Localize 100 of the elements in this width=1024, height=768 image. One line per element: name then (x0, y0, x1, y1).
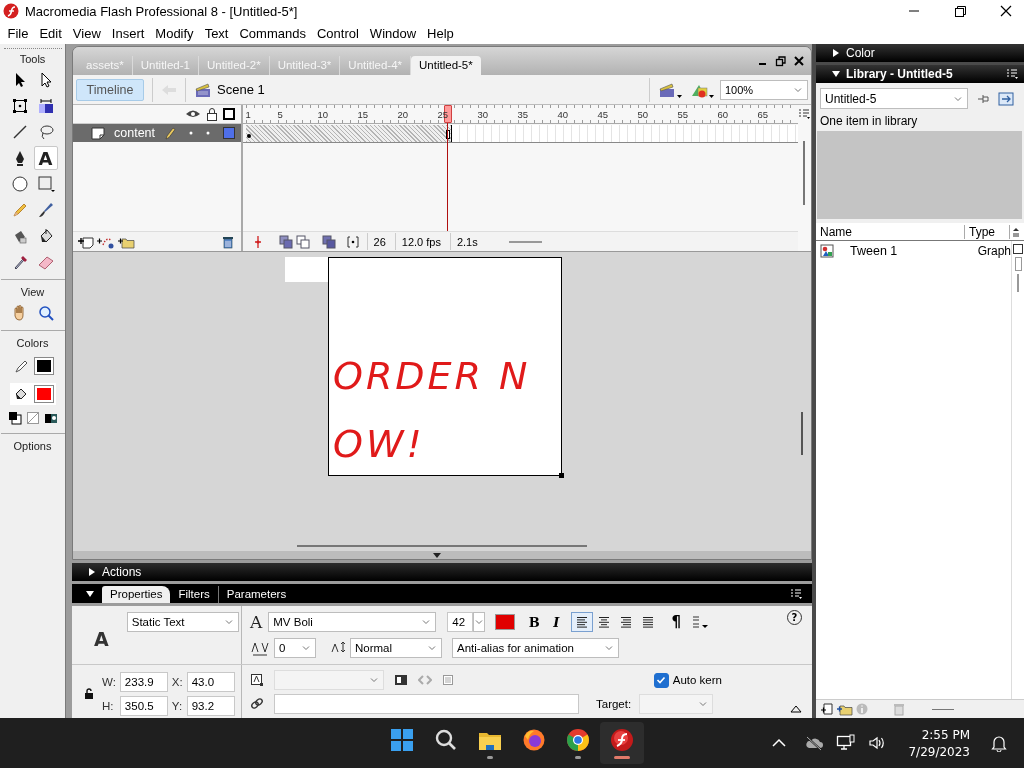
fill-color-swatch[interactable] (34, 386, 53, 402)
library-item[interactable]: Tween 1 Graph (816, 241, 1011, 261)
column-header[interactable]: Name (816, 224, 965, 239)
resize-handle[interactable] (559, 473, 564, 478)
scroll-thumb (1017, 274, 1019, 292)
selectable-icon[interactable] (394, 674, 408, 686)
field-label: Y: (171, 699, 183, 712)
menu-item[interactable]: Help (421, 25, 460, 41)
collapse-triangle-icon[interactable] (86, 590, 94, 598)
chevron-up-icon[interactable] (772, 738, 787, 748)
menu-item[interactable]: Control (311, 25, 365, 41)
scroll-up-icon[interactable] (1013, 244, 1023, 254)
antialias-dropdown[interactable]: Anti-alias for animation (452, 638, 619, 658)
text-color-swatch[interactable] (495, 614, 516, 630)
browser-icon (522, 727, 546, 752)
panel-tab[interactable]: Parameters (217, 586, 295, 603)
library-panel-header[interactable]: Library - Untitled-5 (816, 65, 1024, 83)
notification-icon[interactable] (990, 734, 1008, 752)
column-header[interactable]: Type (965, 224, 1010, 239)
width-field[interactable]: 233.9 (119, 671, 168, 692)
section-label: Tools (19, 53, 46, 65)
no-color-icon[interactable] (25, 411, 40, 425)
library-dropdown[interactable]: Untitled-5 (820, 88, 968, 109)
lock-icon[interactable] (84, 687, 94, 700)
default-colors-icon[interactable] (7, 411, 22, 425)
text-tool-button[interactable]: A (33, 146, 58, 170)
pencil-icon (10, 201, 29, 219)
add-layer-icon[interactable] (77, 234, 95, 249)
clock-time[interactable]: 2:55 PM (921, 727, 970, 742)
expand-triangle-icon[interactable] (88, 568, 96, 576)
height-field[interactable]: 350.5 (119, 695, 168, 716)
close-icon[interactable] (998, 3, 1014, 19)
panel-tab[interactable]: Filters (170, 586, 218, 603)
align-left-button[interactable] (571, 612, 594, 632)
text-box-icon (250, 673, 264, 687)
menu-item[interactable]: Insert (106, 25, 150, 41)
auto-kern-checkbox[interactable] (653, 672, 669, 688)
edit-multiple-icon[interactable] (321, 234, 336, 249)
text-type-dropdown[interactable]: Static Text (126, 612, 239, 632)
italic-button[interactable]: I (545, 612, 568, 632)
clock-date[interactable]: 7/29/2023 (908, 744, 970, 759)
onion-skin-icon[interactable] (278, 234, 293, 249)
chevron-down-icon (698, 699, 709, 709)
field-label: H: (102, 699, 115, 712)
url-field[interactable] (274, 694, 579, 714)
cloud-off-icon[interactable] (804, 735, 825, 751)
sort-icon[interactable] (1010, 225, 1022, 238)
menu-item[interactable]: Modify (149, 25, 200, 41)
frame-number: 65 (757, 108, 769, 120)
chevron-down-icon (421, 617, 432, 627)
volume-icon[interactable] (868, 735, 887, 751)
frame-number: 50 (637, 108, 649, 120)
onion-markers-icon[interactable] (345, 234, 360, 249)
panel-menu-icon[interactable] (790, 589, 802, 599)
color-panel-header[interactable]: Color (816, 44, 1024, 62)
y-field[interactable]: 93.2 (186, 695, 235, 716)
panel-tab[interactable]: Properties (102, 586, 171, 603)
menu-item[interactable]: File (2, 25, 34, 41)
rectangle-icon (36, 175, 55, 193)
frame-rate: 12.0 fps (394, 233, 447, 250)
border-icon[interactable] (442, 674, 454, 686)
font-size-field[interactable]: 42 (447, 612, 474, 632)
bold-button[interactable]: B (523, 612, 546, 632)
new-library-icon[interactable] (998, 91, 1014, 106)
layer-row[interactable]: content (73, 124, 241, 142)
menu-item[interactable]: Edit (33, 25, 68, 41)
onion-outline-icon[interactable] (295, 234, 310, 249)
x-field[interactable]: 43.0 (186, 671, 235, 692)
document-tab[interactable]: Untitled-5* (411, 56, 481, 75)
zoom-dropdown[interactable]: 100% (720, 79, 808, 100)
app-logo-icon (3, 3, 19, 19)
new-symbol-icon[interactable] (820, 702, 834, 716)
font-dropdown[interactable]: MV Boli (268, 612, 437, 632)
collapse-triangle-icon[interactable] (832, 70, 840, 78)
paragraph-button[interactable]: ¶ (665, 612, 688, 632)
chevron-down-icon (474, 617, 485, 627)
actions-panel-header[interactable]: Actions (72, 563, 812, 581)
menu-item[interactable]: Window (364, 25, 422, 41)
menu-item[interactable]: Commands (233, 25, 312, 41)
network-icon[interactable] (836, 734, 857, 752)
splitter-arrow-icon[interactable] (432, 551, 442, 559)
expand-triangle-icon[interactable] (790, 703, 802, 713)
timeline-button[interactable]: Timeline (76, 78, 144, 101)
field-label: W: (102, 675, 116, 688)
close-icon[interactable] (793, 55, 805, 67)
new-folder-icon[interactable] (836, 702, 854, 716)
panel-menu-icon[interactable] (798, 109, 811, 119)
browser-icon (566, 727, 590, 752)
letter-spacing-dropdown[interactable]: 0 (274, 638, 316, 658)
stroke-color-swatch[interactable] (34, 358, 53, 374)
taskbar-button[interactable] (600, 722, 644, 764)
panel-menu-icon[interactable] (1006, 69, 1018, 79)
baseline-dropdown[interactable]: Normal (350, 638, 442, 658)
restore-icon[interactable] (952, 3, 968, 19)
restore-icon[interactable] (775, 55, 787, 67)
menu-item[interactable]: Text (199, 25, 234, 41)
trash-icon[interactable] (220, 234, 235, 249)
swap-colors-icon[interactable] (43, 411, 58, 425)
expand-triangle-icon[interactable] (832, 49, 840, 57)
menu-item[interactable]: View (67, 25, 107, 41)
